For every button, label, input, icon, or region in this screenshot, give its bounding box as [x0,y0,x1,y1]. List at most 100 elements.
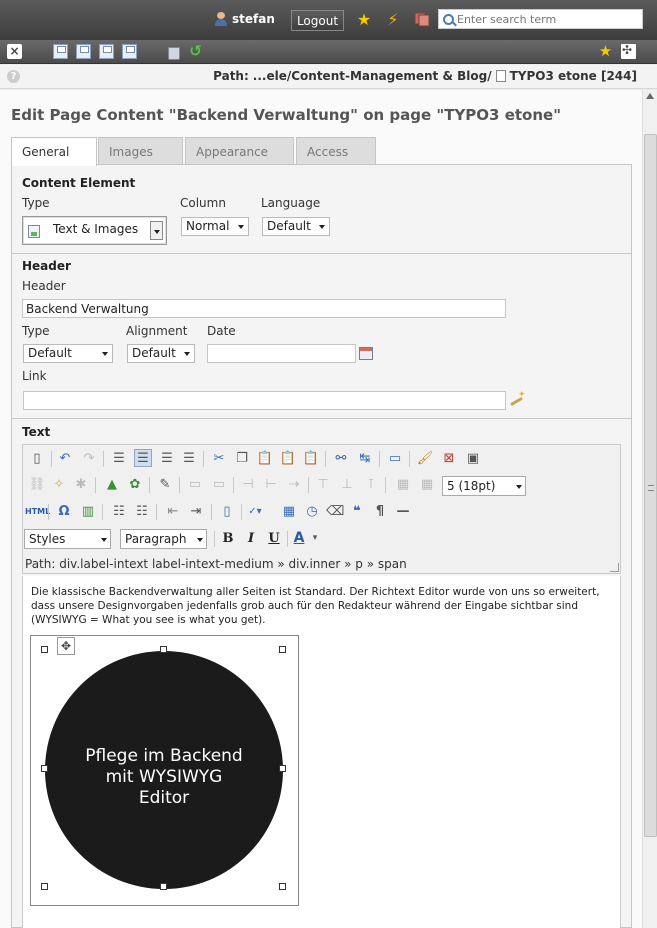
vertical-scrollbar[interactable] [642,90,657,928]
row-split-icon[interactable]: ⇢ [285,476,303,494]
paste-icon[interactable]: 📋 [256,450,274,468]
undo-icon[interactable]: ↶ [56,450,74,468]
html-source-icon[interactable]: HTML [25,503,50,521]
col-delete-icon[interactable]: ⊥ [338,476,356,494]
delete-icon[interactable] [166,44,181,60]
tab-appearance[interactable]: Appearance [185,137,294,165]
bookmark-star-icon[interactable]: ★ [355,11,373,29]
show-blocks-icon[interactable]: ▭ [386,450,404,468]
link-wizard-icon[interactable] [509,390,526,407]
unlink-icon[interactable]: ✱ [72,476,90,494]
table-props-icon[interactable]: ▭ [186,476,204,494]
col-insert-icon[interactable]: ⊤ [314,476,332,494]
find-icon[interactable]: ⚯ [332,450,350,468]
search-input[interactable] [457,12,637,26]
insert-media-icon[interactable]: ▥ [79,503,97,521]
editor-paragraph[interactable]: Die klassische Backendverwaltung aller S… [31,585,616,627]
insert-link-icon[interactable]: ✧ [50,476,68,494]
cell-merge-icon[interactable]: ▦ [394,476,412,494]
copy-icon[interactable]: ❐ [233,450,251,468]
insert-time-icon[interactable]: ◷ [303,503,321,521]
date-input[interactable] [207,344,356,363]
scroll-up-icon[interactable] [646,93,654,99]
spellchecker-icon[interactable]: ✓▾ [246,503,264,521]
calendar-icon[interactable] [359,347,373,360]
paste-text-icon[interactable]: 📋 [279,450,297,468]
resize-handle-e[interactable] [279,765,286,772]
cleanup-icon[interactable]: 🖌 [416,450,434,468]
cell-split-icon[interactable]: ▦ [418,476,436,494]
row-insert-icon[interactable]: ⊣ [239,476,257,494]
user-menu[interactable]: stefan [214,12,275,26]
align-right-icon[interactable]: ☰ [158,450,176,468]
resize-handle-n[interactable] [160,646,167,653]
italic-button[interactable]: I [242,530,260,548]
paste-word-icon[interactable]: 📋 [302,450,320,468]
table-row-icon[interactable]: ▭ [210,476,228,494]
styles-select[interactable]: Styles [24,529,111,549]
spellcheck-icon[interactable]: ↹ [356,450,374,468]
save-icon[interactable] [53,44,68,59]
align-center-icon[interactable]: ☰ [134,449,152,467]
scrollbar-thumb[interactable] [644,134,657,837]
save-view-icon[interactable] [76,44,91,59]
insert-block-icon[interactable]: ▯ [218,503,236,521]
search-box[interactable] [438,9,643,29]
insert-date-icon[interactable]: ▦ [280,503,298,521]
chevron-down-icon[interactable]: ▾ [306,529,324,547]
col-split-icon[interactable]: ⊺ [362,476,380,494]
link-input[interactable] [23,391,506,410]
link-icon[interactable]: ⛓ [28,476,46,494]
edit-element-icon[interactable]: ✎ [156,476,174,494]
help-icon[interactable]: ? [7,70,20,83]
undo-icon[interactable]: ↺ [188,44,203,59]
font-size-select[interactable]: 5 (18pt) [442,476,526,496]
resize-handle-sw[interactable] [41,883,48,890]
redo-icon[interactable]: ↷ [80,450,98,468]
tab-access[interactable]: Access [296,137,376,165]
save-new-icon[interactable] [122,44,137,59]
circle-label-graphic[interactable]: Pflege im Backend mit WYSIWYG Editor [45,651,283,889]
column-select[interactable]: Normal [181,217,249,236]
header-input[interactable] [22,299,506,318]
underline-button[interactable]: U [265,530,283,548]
resize-handle-ne[interactable] [279,646,286,653]
eraser-icon[interactable]: ⌫ [326,503,344,521]
shortcut-star-icon[interactable]: ★ [598,44,613,59]
resize-handle-s[interactable] [160,883,167,890]
toggle-mode-icon[interactable]: ▣ [464,450,482,468]
ordered-list-icon[interactable]: ☷ [133,503,151,521]
move-handle-icon[interactable]: ✥ [57,637,75,655]
close-icon[interactable]: × [7,44,22,59]
tab-general[interactable]: General [11,137,97,166]
resize-handle-se[interactable] [279,883,286,890]
row-delete-icon[interactable]: ⊢ [262,476,280,494]
alignment-select[interactable]: Default [127,344,195,363]
new-document-icon[interactable]: ▯ [28,450,46,468]
horizontal-rule-icon[interactable]: — [394,503,412,521]
justify-icon[interactable]: ☰ [180,450,198,468]
unordered-list-icon[interactable]: ☷ [110,503,128,521]
chevron-down-icon[interactable] [150,221,163,240]
fullscreen-icon[interactable] [621,43,636,59]
resize-handle-nw[interactable] [41,646,48,653]
logout-button[interactable]: Logout [291,10,344,31]
special-char-icon[interactable]: Ω [55,503,73,521]
insert-image-icon[interactable]: ▲ [103,476,121,494]
indent-icon[interactable]: ⇥ [187,503,205,521]
align-left-icon[interactable]: ☰ [110,450,128,468]
blockquote-icon[interactable]: ❝ [348,503,366,521]
cut-icon[interactable]: ✂ [210,450,228,468]
selected-image-element[interactable]: ✥ Pflege im Backend mit WYSIWYG Editor [30,635,299,906]
flash-icon[interactable]: ⚡ [384,11,402,29]
workspace-icon[interactable] [413,11,431,29]
image-edit-icon[interactable]: ✿ [126,476,144,494]
header-type-select[interactable]: Default [23,344,113,363]
block-format-select[interactable]: Paragraph [120,529,207,549]
pilcrow-icon[interactable]: ¶ [371,503,389,521]
save-close-icon[interactable] [99,44,114,59]
language-select[interactable]: Default [262,217,330,236]
rte-editor-area[interactable]: Die klassische Backendverwaltung aller S… [22,576,621,928]
tab-images[interactable]: Images [98,137,183,165]
remove-format-icon[interactable]: ⊠ [440,450,458,468]
